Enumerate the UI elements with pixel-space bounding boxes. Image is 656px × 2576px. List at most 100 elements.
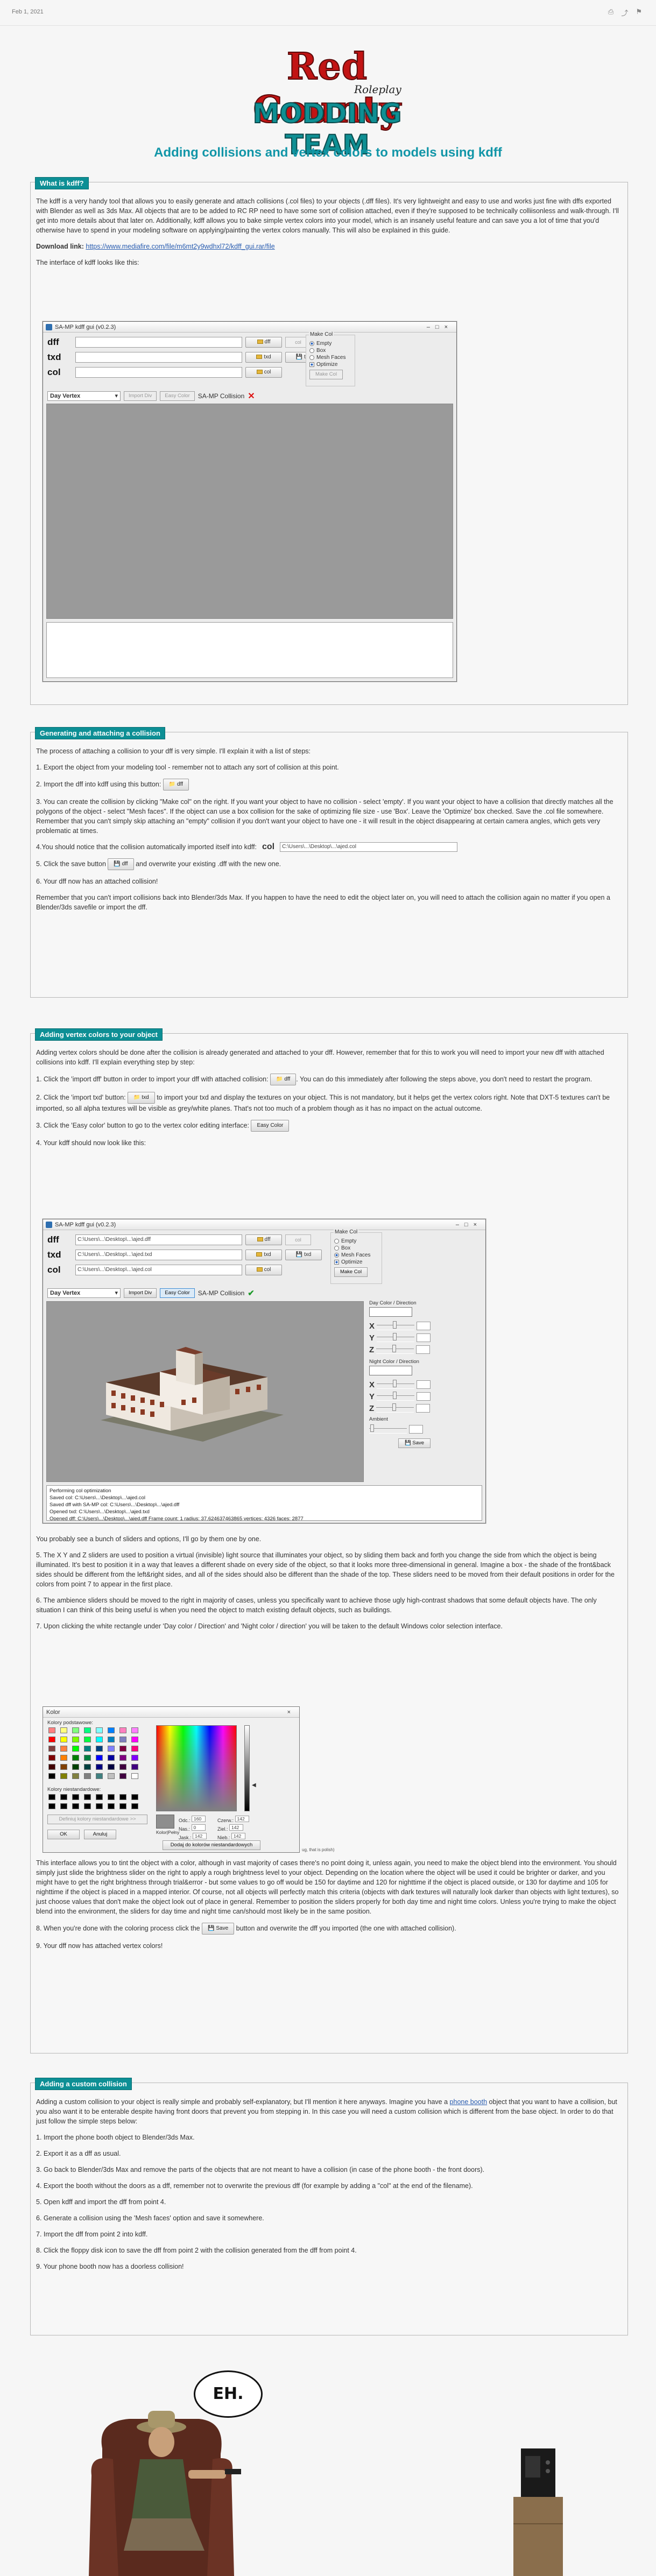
custom-color-swatch[interactable] bbox=[108, 1803, 115, 1809]
box-radio[interactable]: Box bbox=[309, 347, 351, 354]
color-swatch[interactable] bbox=[60, 1746, 67, 1752]
custom-color-swatch[interactable] bbox=[48, 1803, 55, 1809]
color-swatch[interactable] bbox=[72, 1755, 79, 1761]
col-path-field[interactable] bbox=[75, 367, 242, 378]
empty-radio[interactable]: Empty bbox=[334, 1238, 378, 1245]
custom-color-swatch[interactable] bbox=[84, 1794, 91, 1800]
color-swatch[interactable] bbox=[96, 1755, 103, 1761]
txd-path-field[interactable]: C:\Users\...\Desktop\...\ajed.txd bbox=[75, 1250, 242, 1260]
make-col-button[interactable]: Make Col bbox=[334, 1267, 368, 1277]
color-swatch[interactable] bbox=[96, 1746, 103, 1752]
color-swatch[interactable] bbox=[96, 1773, 103, 1779]
color-swatch[interactable] bbox=[72, 1773, 79, 1779]
color-swatch[interactable] bbox=[108, 1727, 115, 1733]
color-swatch[interactable] bbox=[48, 1746, 55, 1752]
color-swatch[interactable] bbox=[131, 1737, 138, 1742]
sat-input[interactable]: 0 bbox=[191, 1824, 206, 1831]
make-col-button[interactable]: Make Col bbox=[309, 370, 343, 379]
night-x-slider[interactable]: X bbox=[369, 1379, 434, 1391]
save-txd-button[interactable]: 💾 txd bbox=[285, 1250, 322, 1260]
night-z-slider[interactable]: Z bbox=[369, 1402, 434, 1414]
import-col-button[interactable]: col bbox=[245, 1265, 282, 1275]
custom-color-swatch[interactable] bbox=[60, 1803, 67, 1809]
color-swatch[interactable] bbox=[60, 1727, 67, 1733]
custom-color-swatch[interactable] bbox=[72, 1794, 79, 1800]
color-swatch[interactable] bbox=[72, 1764, 79, 1770]
color-swatch[interactable] bbox=[108, 1746, 115, 1752]
color-swatch[interactable] bbox=[48, 1727, 55, 1733]
mesh-faces-radio[interactable]: Mesh Faces bbox=[334, 1252, 378, 1259]
color-swatch[interactable] bbox=[60, 1755, 67, 1761]
color-swatch[interactable] bbox=[131, 1746, 138, 1752]
window-controls[interactable]: –□× bbox=[456, 1219, 482, 1230]
color-swatch[interactable] bbox=[119, 1746, 126, 1752]
color-swatch[interactable] bbox=[48, 1773, 55, 1779]
night-color-swatch[interactable] bbox=[369, 1366, 412, 1375]
window-controls[interactable]: –□× bbox=[427, 322, 453, 333]
color-swatch[interactable] bbox=[131, 1764, 138, 1770]
color-swatch[interactable] bbox=[48, 1764, 55, 1770]
color-swatch[interactable] bbox=[84, 1746, 91, 1752]
mesh-faces-radio[interactable]: Mesh Faces bbox=[309, 354, 351, 361]
color-swatch[interactable] bbox=[108, 1773, 115, 1779]
custom-color-swatch[interactable] bbox=[131, 1803, 138, 1809]
import-col-button[interactable]: col bbox=[245, 367, 282, 378]
import-dff-button[interactable]: dff bbox=[245, 337, 282, 348]
color-swatch[interactable] bbox=[108, 1737, 115, 1742]
day-x-slider[interactable]: X bbox=[369, 1320, 434, 1332]
color-swatch[interactable] bbox=[131, 1755, 138, 1761]
custom-color-swatch[interactable] bbox=[119, 1794, 126, 1800]
color-swatch[interactable] bbox=[119, 1737, 126, 1742]
phone-booth-link[interactable]: phone booth bbox=[450, 2098, 488, 2106]
color-swatch[interactable] bbox=[84, 1755, 91, 1761]
bookmark-icon[interactable]: ⚑ bbox=[636, 8, 642, 18]
dff-path-field[interactable]: C:\Users\...\Desktop\...\ajed.dff bbox=[75, 1234, 242, 1245]
import-txd-button[interactable]: txd bbox=[245, 352, 282, 363]
custom-color-swatch[interactable] bbox=[60, 1794, 67, 1800]
empty-radio[interactable]: Empty bbox=[309, 340, 351, 347]
import-dff-button[interactable]: dff bbox=[245, 1234, 282, 1245]
color-swatch[interactable] bbox=[108, 1764, 115, 1770]
luminance-arrow-icon[interactable]: ◀ bbox=[252, 1782, 256, 1788]
color-swatch[interactable] bbox=[60, 1764, 67, 1770]
day-z-slider[interactable]: Z bbox=[369, 1344, 434, 1356]
color-swatch[interactable] bbox=[60, 1737, 67, 1742]
color-swatch[interactable] bbox=[131, 1727, 138, 1733]
custom-color-swatch[interactable] bbox=[48, 1794, 55, 1800]
color-swatch[interactable] bbox=[96, 1764, 103, 1770]
ambient-slider[interactable] bbox=[369, 1423, 434, 1435]
color-swatch[interactable] bbox=[119, 1764, 126, 1770]
ok-button[interactable]: OK bbox=[47, 1830, 80, 1839]
lum-input[interactable]: 142 bbox=[193, 1833, 207, 1839]
color-swatch[interactable] bbox=[119, 1727, 126, 1733]
green-input[interactable]: 142 bbox=[229, 1824, 244, 1831]
color-spectrum-field[interactable] bbox=[156, 1725, 237, 1811]
color-swatch[interactable] bbox=[84, 1737, 91, 1742]
color-swatch[interactable] bbox=[72, 1737, 79, 1742]
close-icon[interactable]: × bbox=[287, 1707, 296, 1718]
custom-color-swatch[interactable] bbox=[119, 1803, 126, 1809]
import-div-button[interactable]: Import Div bbox=[124, 391, 157, 401]
cancel-button[interactable]: Anuluj bbox=[84, 1830, 116, 1839]
download-link[interactable]: https://www.mediafire.com/file/m6mt2y9wd… bbox=[86, 243, 274, 250]
import-txd-button[interactable]: txd bbox=[245, 1250, 282, 1260]
color-swatch[interactable] bbox=[119, 1755, 126, 1761]
custom-color-swatch[interactable] bbox=[72, 1803, 79, 1809]
print-icon[interactable]: ⎙ bbox=[608, 8, 613, 18]
blue-input[interactable]: 142 bbox=[231, 1833, 246, 1839]
color-swatch[interactable] bbox=[84, 1727, 91, 1733]
custom-color-swatch[interactable] bbox=[84, 1803, 91, 1809]
hue-input[interactable]: 160 bbox=[192, 1816, 206, 1822]
color-swatch[interactable] bbox=[96, 1737, 103, 1742]
easy-color-button[interactable]: Easy Color bbox=[160, 1288, 195, 1298]
color-swatch[interactable] bbox=[96, 1727, 103, 1733]
color-swatch[interactable] bbox=[84, 1773, 91, 1779]
3d-viewport[interactable] bbox=[46, 1301, 364, 1482]
dff-path-field[interactable] bbox=[75, 337, 242, 348]
color-swatch[interactable] bbox=[108, 1755, 115, 1761]
add-to-custom-colors-button[interactable]: Dodaj do kolorów niestandardowych bbox=[163, 1840, 260, 1850]
save-button[interactable]: 💾 Save bbox=[398, 1438, 431, 1448]
color-swatch[interactable] bbox=[48, 1755, 55, 1761]
box-radio[interactable]: Box bbox=[334, 1245, 378, 1252]
day-y-slider[interactable]: Y bbox=[369, 1332, 434, 1344]
